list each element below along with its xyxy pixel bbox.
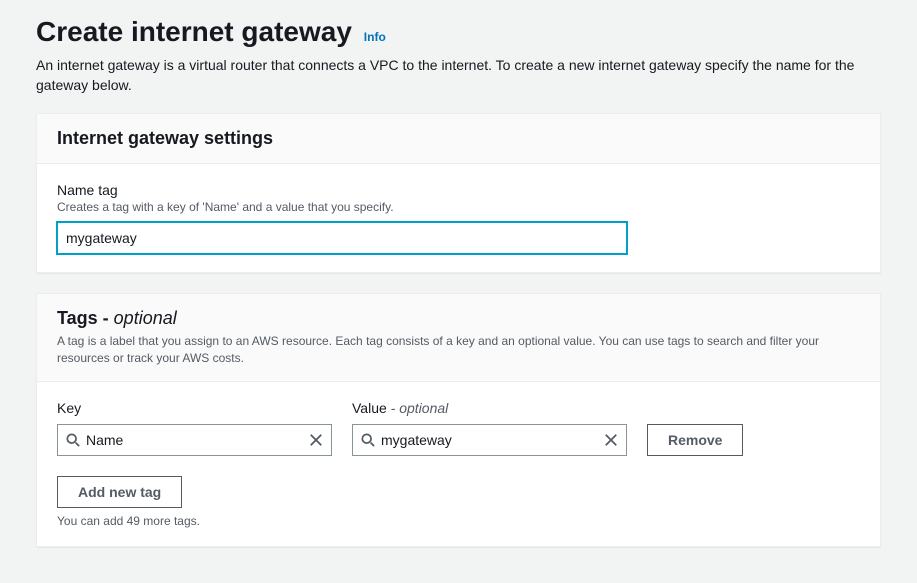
tag-value-label-prefix: Value (352, 400, 391, 416)
page-title: Create internet gateway (36, 16, 352, 47)
tag-remove-col: Remove (647, 424, 743, 456)
tags-panel-header: Tags - optional A tag is a label that yo… (37, 294, 880, 382)
add-new-tag-button[interactable]: Add new tag (57, 476, 182, 508)
page-container: Create internet gateway Info An internet… (0, 0, 917, 583)
tag-key-col: Key (57, 400, 332, 456)
close-icon[interactable] (309, 433, 323, 447)
tags-panel-title: Tags - optional (57, 308, 860, 329)
tag-count-hint: You can add 49 more tags. (57, 514, 860, 528)
tags-title-suffix: optional (114, 308, 177, 328)
settings-panel-header: Internet gateway settings (37, 114, 880, 164)
page-description: An internet gateway is a virtual router … (36, 56, 881, 95)
close-icon[interactable] (604, 433, 618, 447)
tag-value-input-wrapper (352, 424, 627, 456)
page-header: Create internet gateway Info (36, 16, 881, 48)
name-tag-input[interactable] (57, 222, 627, 254)
info-link[interactable]: Info (364, 30, 386, 44)
tag-key-input-wrapper (57, 424, 332, 456)
tag-row: Key Value - (57, 400, 860, 456)
tag-key-label: Key (57, 400, 332, 416)
tag-key-input[interactable] (86, 432, 309, 448)
tags-panel-description: A tag is a label that you assign to an A… (57, 333, 860, 367)
tag-value-label-suffix: - optional (391, 400, 449, 416)
tag-value-col: Value - optional (352, 400, 627, 456)
tags-panel: Tags - optional A tag is a label that yo… (36, 293, 881, 547)
tag-value-input[interactable] (381, 432, 604, 448)
settings-panel: Internet gateway settings Name tag Creat… (36, 113, 881, 273)
tags-panel-body: Key Value - (37, 382, 880, 546)
search-icon (66, 433, 80, 447)
tag-value-label: Value - optional (352, 400, 627, 416)
settings-panel-body: Name tag Creates a tag with a key of 'Na… (37, 164, 880, 272)
tags-title-prefix: Tags - (57, 308, 114, 328)
search-icon (361, 433, 375, 447)
settings-panel-title: Internet gateway settings (57, 128, 860, 149)
name-tag-hint: Creates a tag with a key of 'Name' and a… (57, 200, 860, 214)
remove-button[interactable]: Remove (647, 424, 743, 456)
name-tag-label: Name tag (57, 182, 860, 198)
